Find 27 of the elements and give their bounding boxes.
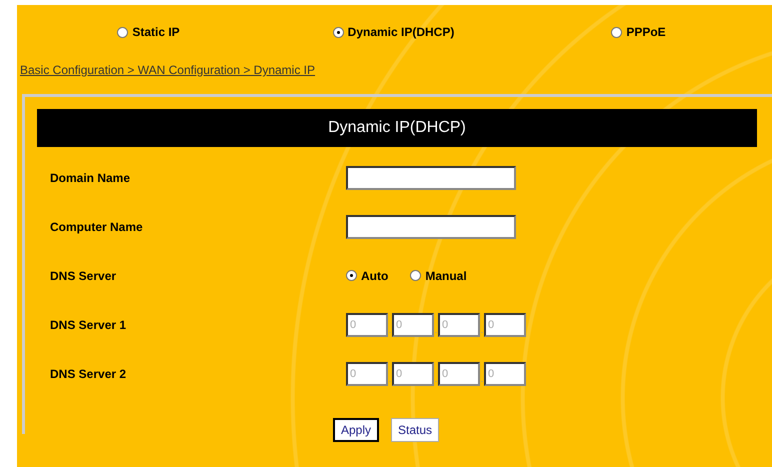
input-field[interactable] <box>346 214 516 238</box>
octet-separator: . <box>480 374 484 384</box>
form-title: Dynamic IP(DHCP) <box>37 109 757 147</box>
radio-button[interactable] <box>117 26 128 38</box>
form-button[interactable]: Status <box>391 418 440 442</box>
field-label: Domain Name <box>49 170 132 184</box>
octet-separator: . <box>388 324 392 334</box>
radio-button[interactable] <box>611 26 622 38</box>
radio-label: Auto <box>361 268 388 282</box>
octet-separator: . <box>388 374 392 384</box>
radio-button[interactable] <box>410 270 422 281</box>
breadcrumb-link[interactable]: Basic Configuration > WAN Configuration > Dynamic IP <box>20 63 316 77</box>
field-label: DNS Server <box>49 268 118 282</box>
octet-separator: . <box>480 324 484 334</box>
octet-separator: . <box>434 374 438 384</box>
radio-label: Manual <box>425 268 467 282</box>
field-label: Computer Name <box>49 220 144 234</box>
radio-label: Static IP <box>132 25 180 39</box>
field-label: DNS Server 2 <box>49 366 128 380</box>
radio-button[interactable] <box>346 270 357 281</box>
radio-label: Dynamic IP(DHCP) <box>348 25 454 39</box>
radio-button[interactable] <box>332 26 344 38</box>
input-field[interactable] <box>346 166 516 190</box>
radio-label: PPPoE <box>626 25 666 39</box>
form-button[interactable]: Apply <box>333 418 380 442</box>
field-label: DNS Server 1 <box>49 318 128 332</box>
octet-separator: . <box>434 324 438 334</box>
